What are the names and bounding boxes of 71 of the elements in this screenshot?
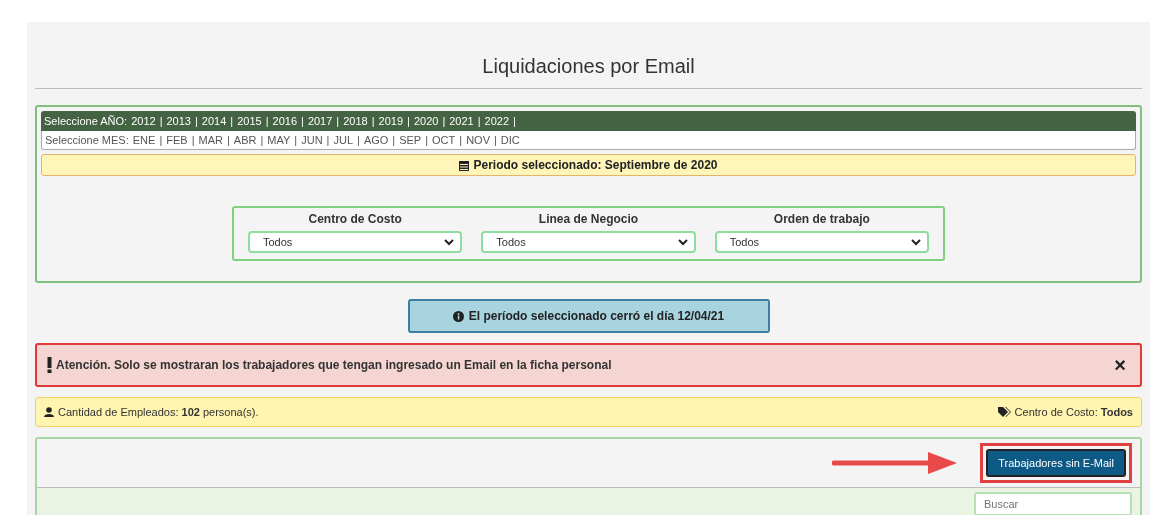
separator: | (357, 134, 360, 146)
separator: | (226, 134, 230, 146)
filter-dropdown[interactable]: Todos (248, 231, 463, 253)
year-link[interactable]: 2014 (201, 115, 227, 127)
no-email-button[interactable]: Trabajadores sin E-Mail (986, 449, 1126, 477)
separator: | (407, 115, 410, 127)
calendar-icon (459, 159, 470, 171)
separator: | (191, 134, 195, 146)
filter-label: Linea de Negocio (538, 212, 639, 226)
separator: | (159, 134, 163, 146)
separator: | (371, 115, 375, 127)
separator: | (195, 115, 198, 127)
filter-label: Centro de Costo (308, 212, 402, 226)
month-link[interactable]: DIC (500, 134, 520, 146)
year-link[interactable]: 2018 (343, 115, 368, 127)
close-button[interactable]: × (1110, 355, 1130, 375)
separator: | (336, 115, 340, 127)
year-link[interactable]: 2022 (484, 115, 510, 127)
year-link[interactable]: 2012 (131, 115, 156, 127)
employee-count-text: Cantidad de Empleados: 102 persona(s). (58, 406, 259, 418)
year-link[interactable]: 2021 (449, 115, 474, 127)
month-link[interactable]: ENE (132, 134, 156, 146)
period-text: Periodo seleccionado: Septiembre de 2020 (473, 158, 718, 172)
cost-center-text: Centro de Costo: Todos (1014, 406, 1133, 418)
alert-text: Atención. Solo se mostraran los trabajadores que tengan ingresado un Email en la ficha personal (56, 358, 613, 372)
chevron-icon (911, 238, 921, 246)
month-link[interactable]: NOV (466, 134, 490, 146)
separator: | (301, 115, 304, 127)
year-link[interactable]: 2019 (378, 115, 404, 127)
separator: | (442, 115, 446, 127)
separator: | (425, 134, 429, 146)
year-link[interactable]: 2013 (166, 115, 191, 127)
filter-dropdown[interactable]: Todos (714, 231, 929, 253)
user-icon (44, 407, 54, 417)
tags-icon (997, 407, 1011, 417)
separator: | (513, 115, 516, 127)
separator: | (294, 134, 298, 146)
info-icon (452, 310, 464, 322)
separator: | (265, 115, 269, 127)
filter-label: Orden de trabajo (773, 212, 870, 226)
month-link[interactable]: JUN (301, 134, 323, 146)
separator: | (159, 115, 163, 127)
month-link[interactable]: MAR (198, 134, 223, 146)
separator: | (392, 134, 396, 146)
search-field[interactable]: Buscar (974, 492, 1132, 515)
year-link[interactable]: 2015 (237, 115, 262, 127)
month-link[interactable]: SEP (399, 134, 422, 146)
month-link[interactable]: ABR (233, 134, 257, 146)
separator: | (477, 115, 481, 127)
year-link[interactable]: 2020 (413, 115, 439, 127)
month-label: Seleccione MES: (45, 134, 129, 146)
separator: | (260, 134, 264, 146)
chevron-icon (444, 238, 455, 246)
separator: | (230, 115, 234, 127)
page-title: Liquidaciones por Email (481, 54, 696, 79)
month-link[interactable]: MAY (267, 134, 291, 146)
filter-dropdown[interactable]: Todos (481, 231, 696, 253)
chevron-icon (677, 238, 688, 246)
notice-text: El período seleccionado cerró el día 12/04/21 (468, 309, 725, 323)
month-link[interactable]: FEB (166, 134, 188, 146)
month-link[interactable]: JUL (333, 134, 353, 146)
separator: | (326, 134, 330, 146)
exclamation-icon (47, 357, 52, 373)
separator: | (459, 134, 463, 146)
year-label: Seleccione AÑO: (44, 115, 128, 127)
separator: | (494, 134, 497, 146)
year-link[interactable]: 2016 (272, 115, 297, 127)
month-link[interactable]: OCT (432, 134, 456, 146)
year-link[interactable]: 2017 (307, 115, 333, 127)
arrow-icon (832, 451, 959, 475)
month-link[interactable]: AGO (363, 134, 389, 146)
